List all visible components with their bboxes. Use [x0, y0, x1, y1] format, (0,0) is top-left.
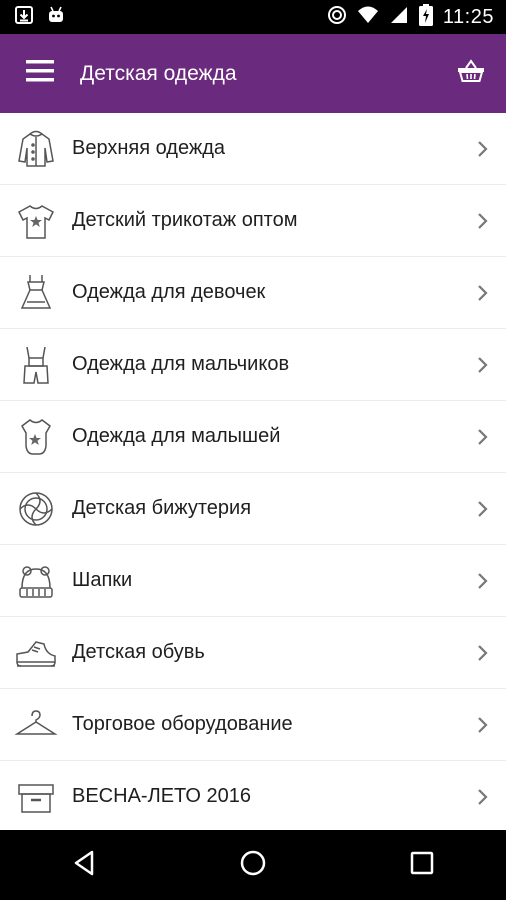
sneaker-icon: [0, 617, 72, 689]
chevron-right-icon: [460, 572, 506, 590]
category-label: Одежда для малышей: [72, 425, 281, 447]
navigation-bar: [0, 830, 506, 900]
category-label: Шапки: [72, 569, 133, 591]
battery-charging-icon: [418, 3, 433, 31]
category-item[interactable]: Детская обувь: [0, 617, 506, 689]
chevron-right-icon: [460, 716, 506, 734]
chevron-right-icon: [460, 428, 506, 446]
app-bar: Детская одежда: [0, 34, 506, 113]
hanger-icon: [0, 689, 72, 761]
category-label: Детская обувь: [72, 641, 205, 663]
signal-icon: [389, 5, 409, 30]
chevron-right-icon: [460, 788, 506, 806]
overalls-icon: [0, 329, 72, 401]
category-list: Верхняя одежда Детский трикотаж оптом Од…: [0, 113, 506, 830]
category-item[interactable]: Шапки: [0, 545, 506, 617]
category-label: ВЕСНА-ЛЕТО 2016: [72, 785, 251, 807]
category-label: Торговое оборудование: [72, 713, 293, 735]
home-button[interactable]: [213, 830, 293, 900]
status-time: 11:25: [442, 5, 494, 28]
category-label: Детский трикотаж оптом: [72, 209, 298, 231]
box-icon: [0, 761, 72, 831]
dress-icon: [0, 257, 72, 329]
category-item[interactable]: Детская бижутерия: [0, 473, 506, 545]
category-item[interactable]: ВЕСНА-ЛЕТО 2016: [0, 761, 506, 830]
download-icon: [14, 5, 34, 30]
sync-icon: [327, 5, 347, 30]
tshirt-icon: [0, 185, 72, 257]
chevron-right-icon: [460, 140, 506, 158]
back-icon: [72, 850, 96, 881]
category-item[interactable]: Торговое оборудование: [0, 689, 506, 761]
home-icon: [239, 849, 267, 882]
back-button[interactable]: [44, 830, 124, 900]
basket-icon: [457, 59, 485, 88]
bracelet-icon: [0, 473, 72, 545]
recents-icon: [410, 851, 434, 880]
hamburger-menu-icon: [26, 59, 54, 88]
category-label: Одежда для девочек: [72, 281, 266, 303]
category-label: Верхняя одежда: [72, 137, 226, 159]
chevron-right-icon: [460, 356, 506, 374]
chevron-right-icon: [460, 284, 506, 302]
jacket-icon: [0, 113, 72, 185]
category-item[interactable]: Одежда для девочек: [0, 257, 506, 329]
wifi-icon: [357, 5, 379, 30]
recents-button[interactable]: [382, 830, 462, 900]
chevron-right-icon: [460, 500, 506, 518]
page-title: Детская одежда: [80, 61, 237, 85]
cart-button[interactable]: [436, 34, 506, 113]
hat-icon: [0, 545, 72, 617]
chevron-right-icon: [460, 212, 506, 230]
category-item[interactable]: Детский трикотаж оптом: [0, 185, 506, 257]
category-label: Детская бижутерия: [72, 497, 252, 519]
bodysuit-icon: [0, 401, 72, 473]
category-item[interactable]: Верхняя одежда: [0, 113, 506, 185]
android-icon: [46, 5, 66, 30]
category-item[interactable]: Одежда для малышей: [0, 401, 506, 473]
menu-button[interactable]: [0, 34, 80, 113]
category-label: Одежда для мальчиков: [72, 353, 290, 375]
chevron-right-icon: [460, 644, 506, 662]
category-item[interactable]: Одежда для мальчиков: [0, 329, 506, 401]
status-bar: 11:25: [0, 0, 506, 34]
